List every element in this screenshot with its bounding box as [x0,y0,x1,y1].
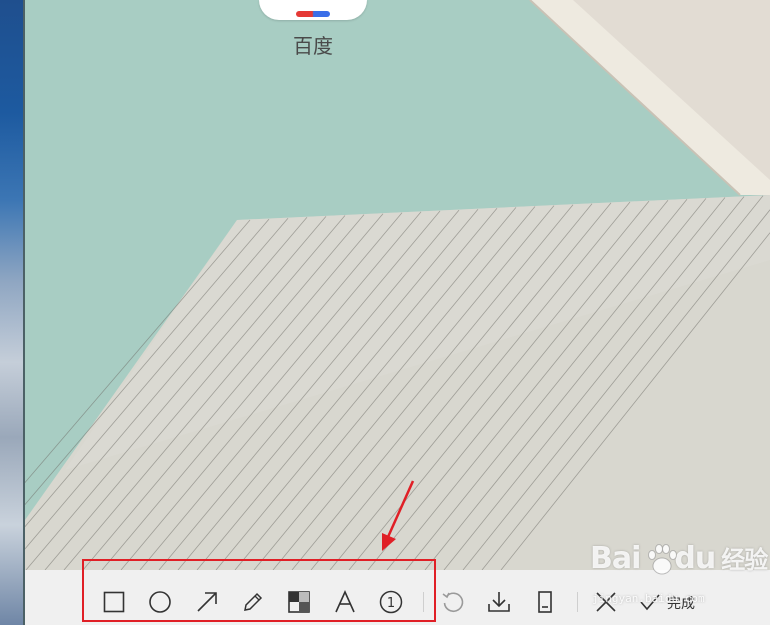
close-icon [596,592,616,612]
toolbar-separator [577,592,578,612]
undo-button[interactable] [440,589,466,615]
red-arrow-annotation [382,480,415,551]
download-icon [488,592,510,612]
number-tool[interactable]: 1 [378,589,404,615]
cancel-button[interactable] [593,589,619,615]
pen-tool[interactable] [240,589,266,615]
rectangle-tool[interactable] [101,589,127,615]
done-button[interactable] [637,589,663,615]
app-label: 百度 [293,34,333,58]
mosaic-tool[interactable] [286,589,312,615]
pencil-icon [244,592,263,611]
circle-icon [149,591,171,613]
arrow-icon [197,592,217,612]
undo-icon [442,592,464,612]
number-glyph: 1 [387,596,395,611]
ellipse-tool[interactable] [147,589,173,615]
desktop-sky-background [0,0,23,625]
done-label[interactable]: 完成 [667,593,695,613]
pin-screen-icon [538,591,552,613]
text-a-icon [335,590,355,613]
screenshot-stage: 百度 1 完成 Bai du 经验 jingyan.baidu.com [0,0,770,625]
baidu-logo-mark [296,11,330,17]
baidu-app-icon[interactable] [259,0,367,20]
mosaic-icon [288,591,310,613]
text-tool[interactable] [332,589,358,615]
square-icon [103,591,125,613]
download-button[interactable] [486,589,512,615]
check-icon [640,594,660,611]
numbered-circle-icon: 1 [379,590,403,614]
arrow-tool[interactable] [194,589,220,615]
pin-button[interactable] [532,589,558,615]
toolbar-separator [423,592,424,612]
